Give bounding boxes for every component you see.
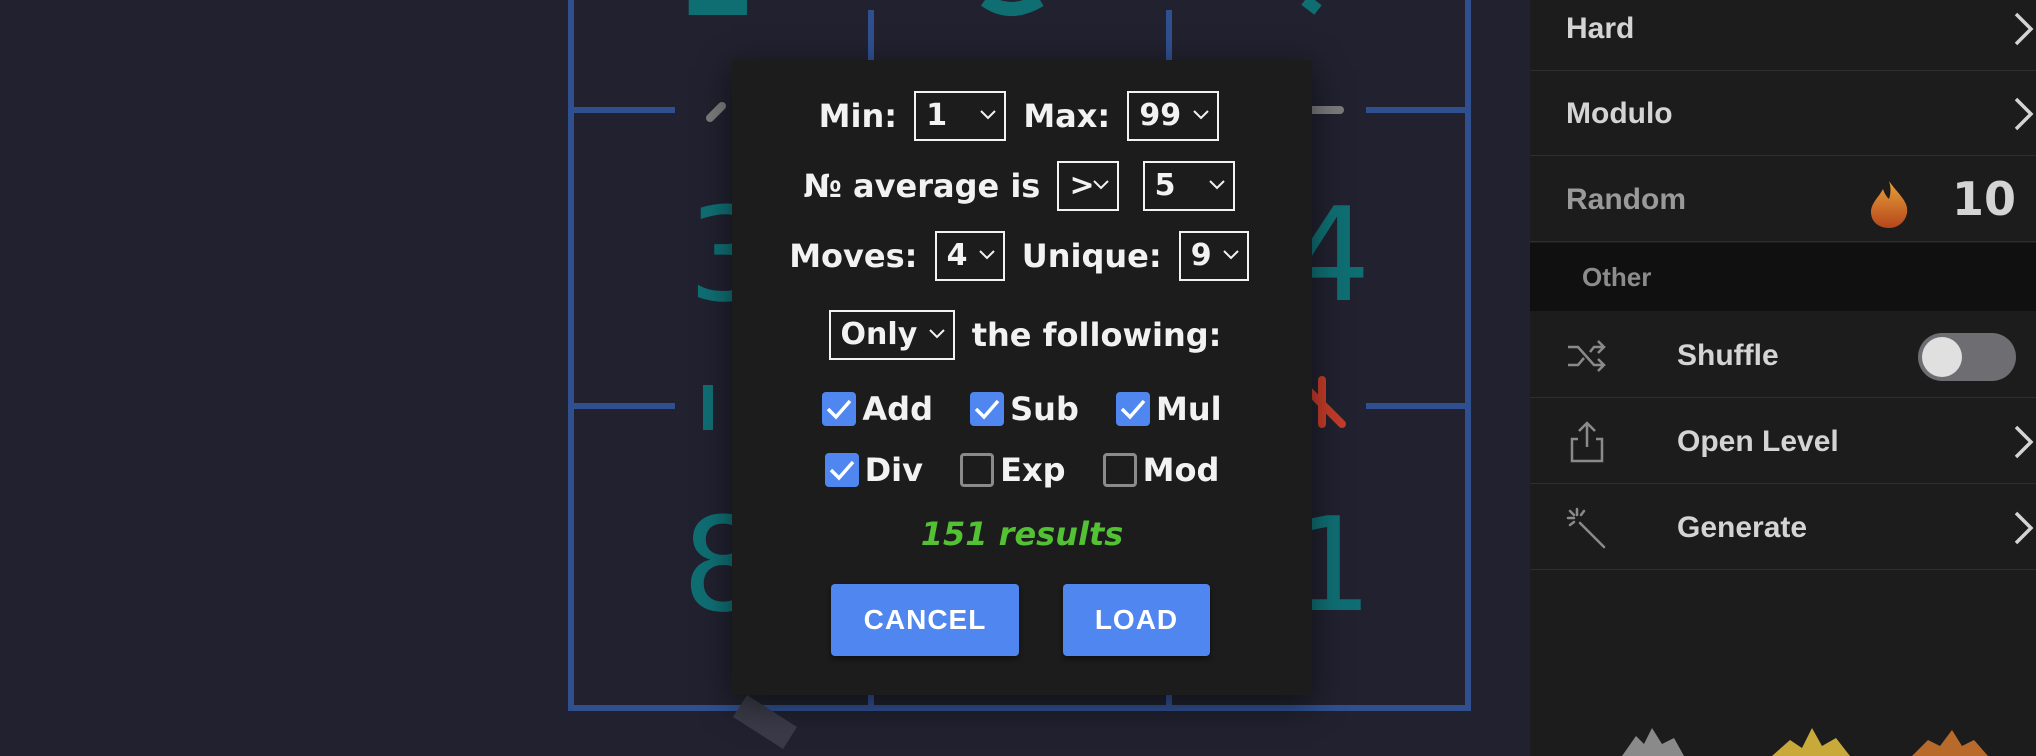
menu-item-generate[interactable]: Generate bbox=[1530, 485, 2036, 570]
filter-mode-row: Only the following: bbox=[732, 310, 1312, 360]
chevron-down-icon bbox=[1193, 110, 1210, 120]
mod-checkbox[interactable] bbox=[1102, 453, 1137, 487]
max-label: Max: bbox=[1023, 97, 1111, 135]
checkmark-icon bbox=[829, 460, 854, 481]
sidebar: Hard Modulo Random 10 Other Shuffle Open… bbox=[1530, 0, 2036, 756]
moves-row: Moves: 4 Unique: 9 bbox=[732, 231, 1312, 281]
div-checkbox[interactable] bbox=[824, 453, 859, 487]
menu-item-label: Generate bbox=[1677, 511, 1808, 544]
chevron-down-icon bbox=[928, 329, 945, 339]
mul-label: Mul bbox=[1156, 390, 1222, 428]
menu-item-shuffle[interactable]: Shuffle bbox=[1530, 313, 2036, 398]
menu-item-open-level[interactable]: Open Level bbox=[1530, 399, 2036, 484]
add-checkbox[interactable] bbox=[822, 392, 857, 426]
add-label: Add bbox=[862, 390, 933, 428]
average-operator-value: > bbox=[1069, 168, 1095, 203]
div-label: Div bbox=[864, 451, 923, 489]
min-select-value: 1 bbox=[926, 98, 948, 133]
chevron-down-icon bbox=[980, 110, 996, 120]
menu-item-label: Random bbox=[1566, 183, 1686, 216]
streak-count: 10 bbox=[1951, 172, 2016, 226]
menu-item-label: Hard bbox=[1566, 12, 1635, 45]
filter-suffix-label: the following: bbox=[971, 316, 1222, 354]
menu-item-random[interactable]: Random 10 bbox=[1530, 157, 2036, 242]
trophy-silver-icon bbox=[1622, 728, 1684, 756]
min-select[interactable]: 1 bbox=[914, 91, 1007, 141]
sub-label: Sub bbox=[1010, 390, 1079, 428]
results-count: 151 results bbox=[920, 515, 1124, 553]
checkmark-icon bbox=[974, 399, 1000, 420]
board-digit-fragment bbox=[1301, 0, 1322, 15]
unique-select[interactable]: 9 bbox=[1178, 231, 1249, 281]
filter-dialog: Min: 1 Max: 99 № average is > 5 Moves: 4… bbox=[732, 60, 1312, 695]
average-value-select[interactable]: 5 bbox=[1142, 161, 1235, 211]
checkmark-icon bbox=[827, 399, 852, 420]
trophy-icons bbox=[1622, 728, 1988, 756]
average-value: 5 bbox=[1154, 168, 1176, 203]
chevron-right-icon bbox=[2014, 511, 2034, 545]
mul-checkbox[interactable] bbox=[1116, 392, 1150, 426]
chevron-down-icon bbox=[1223, 250, 1239, 260]
menu-item-label: Shuffle bbox=[1677, 339, 1779, 372]
max-select[interactable]: 99 bbox=[1127, 91, 1220, 141]
menu-item-label: Open Level bbox=[1677, 425, 1839, 458]
chevron-right-icon bbox=[2014, 425, 2034, 459]
load-button[interactable]: LOAD bbox=[1063, 584, 1210, 656]
average-row: № average is > 5 bbox=[732, 161, 1312, 211]
shuffle-toggle[interactable] bbox=[1918, 333, 2016, 381]
trophy-bronze-icon bbox=[1912, 730, 1988, 756]
cancel-button[interactable]: CANCEL bbox=[831, 584, 1019, 656]
exp-label: Exp bbox=[1000, 451, 1066, 489]
share-icon bbox=[1570, 421, 1604, 463]
menu-item-hard[interactable]: Hard bbox=[1530, 0, 2036, 71]
moves-select-value: 4 bbox=[946, 238, 968, 273]
sub-checkbox[interactable] bbox=[970, 392, 1005, 426]
min-label: Min: bbox=[818, 97, 898, 135]
chevron-right-icon bbox=[2014, 97, 2034, 131]
moves-label: Moves: bbox=[789, 237, 918, 275]
operations-row-2: Div Exp Mod bbox=[732, 449, 1312, 489]
max-select-value: 99 bbox=[1139, 98, 1182, 133]
filter-mode-value: Only bbox=[840, 317, 918, 352]
unique-label: Unique: bbox=[1021, 237, 1162, 275]
unique-select-value: 9 bbox=[1190, 238, 1212, 273]
menu-item-modulo[interactable]: Modulo bbox=[1530, 71, 2036, 156]
average-label: № average is bbox=[803, 167, 1041, 205]
average-operator-select[interactable]: > bbox=[1057, 161, 1120, 211]
board-digit[interactable]: 2 bbox=[680, 0, 757, 41]
board-digit-fragment bbox=[980, 0, 1044, 16]
section-header-other: Other bbox=[1530, 243, 2036, 311]
results-row: 151 results bbox=[732, 513, 1312, 553]
mod-label: Mod bbox=[1142, 451, 1220, 489]
range-row: Min: 1 Max: 99 bbox=[732, 91, 1312, 141]
operations-row-1: Add Sub Mul bbox=[732, 388, 1312, 428]
toggle-knob bbox=[1922, 337, 1962, 377]
flame-icon bbox=[1871, 181, 1908, 228]
exp-checkbox[interactable] bbox=[960, 453, 995, 487]
filter-mode-select[interactable]: Only bbox=[828, 310, 955, 360]
magic-wand-icon bbox=[1566, 507, 1606, 549]
trophy-gold-icon bbox=[1772, 728, 1850, 756]
chevron-down-icon bbox=[1093, 180, 1110, 190]
section-header-label: Other bbox=[1582, 262, 1652, 292]
shuffle-icon bbox=[1568, 340, 1606, 372]
checkmark-icon bbox=[1120, 399, 1146, 420]
chevron-down-icon bbox=[978, 250, 995, 260]
menu-item-label: Modulo bbox=[1566, 97, 1673, 130]
moves-select[interactable]: 4 bbox=[934, 231, 1005, 281]
chevron-right-icon bbox=[2014, 12, 2034, 46]
chevron-down-icon bbox=[1208, 180, 1225, 190]
board-operator bbox=[706, 102, 726, 122]
